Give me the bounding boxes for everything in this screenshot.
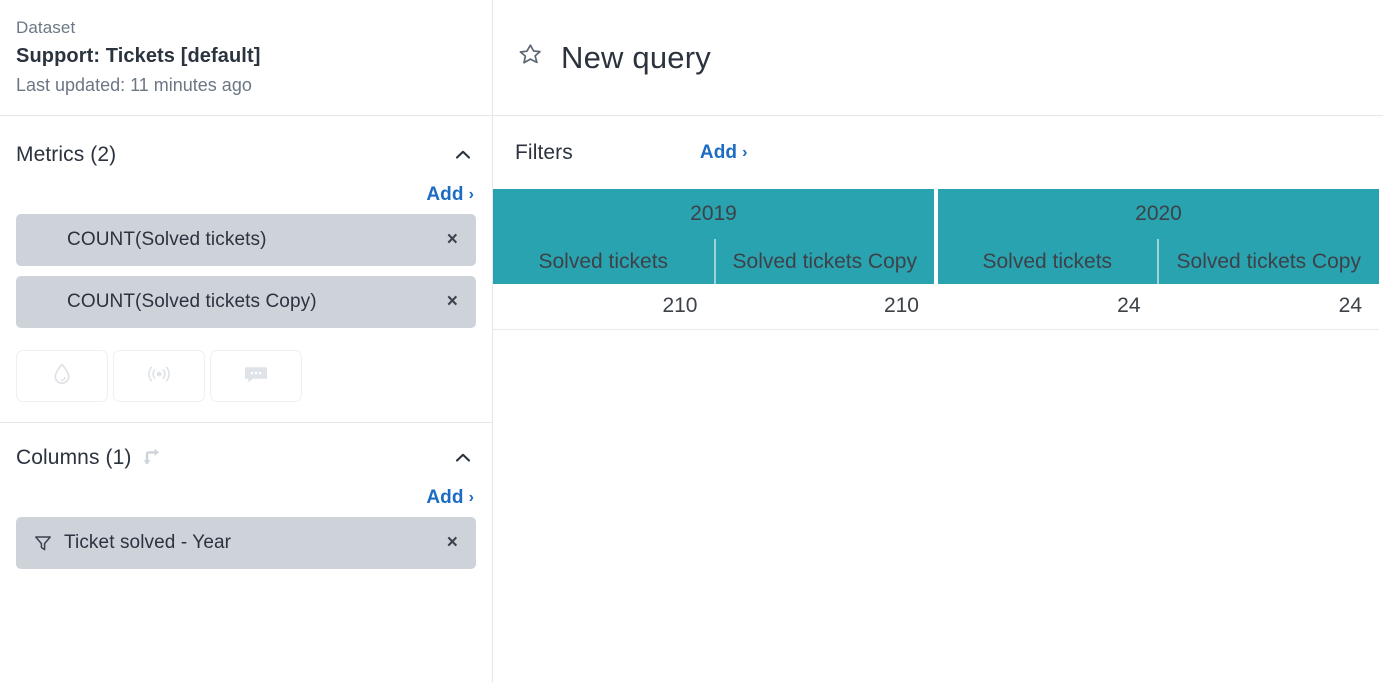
metric-chip[interactable]: COUNT(Solved tickets Copy) × — [16, 276, 476, 328]
signal-broadcast-icon — [145, 361, 173, 392]
water-drop-button[interactable] — [16, 350, 108, 402]
chevron-up-icon[interactable] — [450, 142, 476, 168]
metrics-section: Metrics (2) Add › COUNT(Solved tickets) … — [0, 116, 492, 402]
table-cell-value: 24 — [936, 284, 1158, 329]
metrics-add-button[interactable]: Add › — [426, 184, 474, 206]
group-header-cell[interactable]: 2020 — [936, 189, 1379, 239]
metrics-section-header[interactable]: Metrics (2) — [16, 136, 476, 174]
filter-funnel-icon — [32, 532, 54, 554]
water-drop-icon — [49, 361, 75, 392]
column-chip-label: Ticket solved - Year — [64, 532, 437, 554]
column-header-cell[interactable]: Solved tickets Copy — [715, 239, 937, 284]
metric-chip-remove-button[interactable]: × — [437, 291, 458, 313]
columns-add-label: Add — [426, 487, 463, 509]
pivot-table-body: 210 210 24 24 — [493, 284, 1379, 329]
results-table-wrapper: 2019 2020 Solved tickets Solved tickets … — [493, 189, 1383, 330]
group-header-row: 2019 2020 — [493, 189, 1379, 239]
star-outline-icon[interactable] — [515, 40, 545, 75]
comment-bubble-button[interactable] — [210, 350, 302, 402]
swap-transpose-icon[interactable] — [140, 445, 166, 471]
group-header-cell[interactable]: 2019 — [493, 189, 936, 239]
pivot-results-table: 2019 2020 Solved tickets Solved tickets … — [493, 189, 1379, 330]
sidebar: Dataset Support: Tickets [default] Last … — [0, 0, 493, 682]
filters-row: Filters Add › — [493, 116, 1383, 189]
table-cell-value: 210 — [715, 284, 937, 329]
column-chip-remove-button[interactable]: × — [437, 532, 458, 554]
dataset-label: Dataset — [16, 14, 476, 42]
column-header-cell[interactable]: Solved tickets — [493, 239, 715, 284]
filters-add-label: Add — [700, 142, 737, 164]
metric-chip-label: COUNT(Solved tickets Copy) — [32, 291, 437, 313]
table-cell-value: 24 — [1158, 284, 1380, 329]
metrics-title-group: Metrics (2) — [16, 143, 116, 167]
filters-add-button[interactable]: Add › — [700, 142, 748, 164]
dataset-summary[interactable]: Dataset Support: Tickets [default] Last … — [0, 0, 492, 116]
signal-broadcast-button[interactable] — [113, 350, 205, 402]
app-root: Dataset Support: Tickets [default] Last … — [0, 0, 1383, 682]
columns-add-button[interactable]: Add › — [426, 487, 474, 509]
metric-tools-row — [16, 338, 476, 402]
columns-section: Columns (1) — [0, 423, 492, 579]
chevron-right-icon: › — [742, 144, 747, 162]
metrics-add-row: Add › — [16, 174, 476, 214]
chevron-right-icon: › — [469, 186, 474, 204]
table-row: 210 210 24 24 — [493, 284, 1379, 329]
metrics-section-label: Metrics (2) — [16, 143, 116, 167]
dataset-title: Support: Tickets [default] — [16, 42, 476, 71]
column-header-row: Solved tickets Solved tickets Copy Solve… — [493, 239, 1379, 284]
query-header: New query — [493, 0, 1383, 116]
comment-bubble-icon — [242, 361, 270, 392]
columns-add-row: Add › — [16, 477, 476, 517]
columns-section-header[interactable]: Columns (1) — [16, 439, 476, 477]
metrics-add-label: Add — [426, 184, 463, 206]
column-chip[interactable]: Ticket solved - Year × — [16, 517, 476, 569]
metric-chip-remove-button[interactable]: × — [437, 229, 458, 251]
column-header-cell[interactable]: Solved tickets Copy — [1158, 239, 1380, 284]
main-panel: New query Filters Add › 2019 2020 Solved… — [493, 0, 1383, 682]
table-cell-value: 210 — [493, 284, 715, 329]
filters-label: Filters — [515, 141, 573, 165]
columns-title-group: Columns (1) — [16, 445, 166, 471]
dataset-last-updated: Last updated: 11 minutes ago — [16, 71, 476, 99]
metric-chip[interactable]: COUNT(Solved tickets) × — [16, 214, 476, 266]
metric-chip-label: COUNT(Solved tickets) — [32, 229, 437, 251]
page-title: New query — [561, 40, 711, 76]
column-header-cell[interactable]: Solved tickets — [936, 239, 1158, 284]
chevron-up-icon[interactable] — [450, 445, 476, 471]
pivot-table-head: 2019 2020 Solved tickets Solved tickets … — [493, 189, 1379, 284]
columns-section-label: Columns (1) — [16, 446, 131, 470]
chevron-right-icon: › — [469, 489, 474, 507]
